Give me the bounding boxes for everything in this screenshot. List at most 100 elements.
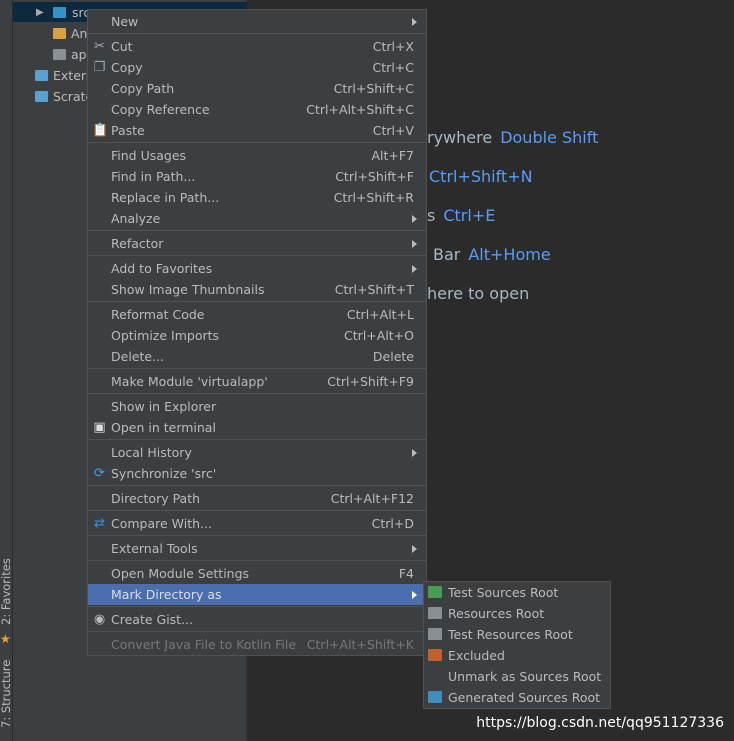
menu-separator xyxy=(88,230,426,231)
submenu-item-label: Test Resources Root xyxy=(448,627,573,642)
folder-icon xyxy=(428,607,442,619)
menu-item-label: Cut xyxy=(111,39,133,54)
menu-item-refactor[interactable]: Refactor xyxy=(88,233,426,254)
menu-item-label: Show in Explorer xyxy=(111,399,217,414)
menu-separator xyxy=(88,631,426,632)
submenu-item-test-resources-root[interactable]: Test Resources Root xyxy=(424,624,610,645)
menu-item-find-usages[interactable]: Find Usages Alt+F7 xyxy=(88,145,426,166)
folder-icon xyxy=(428,586,442,598)
tab-structure[interactable]: 7: Structure xyxy=(0,660,13,728)
editor-hint: Bar Alt+Home xyxy=(433,245,551,264)
menu-item-label: External Tools xyxy=(111,541,198,556)
tree-item-label[interactable]: An xyxy=(71,23,87,44)
menu-item-create-gist[interactable]: ◉ Create Gist... xyxy=(88,609,426,630)
paste-icon: 📋 xyxy=(92,123,109,138)
menu-item-label: Copy Path xyxy=(111,81,175,96)
submenu-item-label: Excluded xyxy=(448,648,505,663)
menu-item-reformat-code[interactable]: Reformat Code Ctrl+Alt+L xyxy=(88,304,426,325)
submenu-item-test-sources-root[interactable]: Test Sources Root xyxy=(424,582,610,603)
menu-item-shortcut: Ctrl+Shift+T xyxy=(334,282,414,297)
tab-favorites[interactable]: 2: Favorites xyxy=(0,558,13,625)
submenu-item-label: Generated Sources Root xyxy=(448,690,601,705)
menu-item-label: Directory Path xyxy=(111,491,201,506)
menu-separator xyxy=(88,142,426,143)
mark-directory-submenu: Test Sources Root Resources Root Test Reso… xyxy=(423,581,611,709)
menu-item-delete[interactable]: Delete... Delete xyxy=(88,346,426,367)
menu-item-mark-directory-as[interactable]: Mark Directory as xyxy=(88,584,426,605)
submenu-arrow-icon xyxy=(412,265,417,273)
menu-item-open-module-settings[interactable]: Open Module Settings F4 xyxy=(88,563,426,584)
menu-separator xyxy=(88,535,426,536)
menu-item-label: Mark Directory as xyxy=(111,587,222,602)
menu-item-label: New xyxy=(111,14,139,29)
menu-item-shortcut: Alt+F7 xyxy=(371,148,414,163)
menu-item-copy-reference[interactable]: Copy Reference Ctrl+Alt+Shift+C xyxy=(88,99,426,120)
menu-separator xyxy=(88,485,426,486)
submenu-arrow-icon xyxy=(412,18,417,26)
submenu-item-label: Test Sources Root xyxy=(448,585,559,600)
menu-separator xyxy=(88,393,426,394)
menu-item-show-in-explorer[interactable]: Show in Explorer xyxy=(88,396,426,417)
submenu-item-label: Unmark as Sources Root xyxy=(448,669,602,684)
left-tool-strip: 2: Favorites ★ 7: Structure xyxy=(0,0,13,741)
menu-item-replace-in-path[interactable]: Replace in Path... Ctrl+Shift+R xyxy=(88,187,426,208)
menu-item-new[interactable]: New xyxy=(88,11,426,32)
menu-separator xyxy=(88,33,426,34)
menu-item-copy[interactable]: ❐ Copy Ctrl+C xyxy=(88,57,426,78)
menu-item-label: Replace in Path... xyxy=(111,190,220,205)
menu-item-local-history[interactable]: Local History xyxy=(88,442,426,463)
menu-item-label: Create Gist... xyxy=(111,612,194,627)
menu-item-label: Reformat Code xyxy=(111,307,205,322)
hint-text: Bar xyxy=(433,245,461,264)
menu-item-optimize-imports[interactable]: Optimize Imports Ctrl+Alt+O xyxy=(88,325,426,346)
github-icon: ◉ xyxy=(93,612,106,627)
menu-item-open-in-terminal[interactable]: ▣ Open in terminal xyxy=(88,417,426,438)
sync-icon: ⟳ xyxy=(94,466,105,481)
menu-item-analyze[interactable]: Analyze xyxy=(88,208,426,229)
folder-icon xyxy=(428,628,442,640)
hint-text: s xyxy=(427,206,436,225)
submenu-item-unmark-as-sources-root[interactable]: Unmark as Sources Root xyxy=(424,666,610,687)
menu-separator xyxy=(88,368,426,369)
menu-item-label: Synchronize 'src' xyxy=(111,466,217,481)
menu-item-shortcut: Ctrl+Alt+Shift+K xyxy=(306,637,414,652)
menu-item-paste[interactable]: 📋 Paste Ctrl+V xyxy=(88,120,426,141)
menu-item-label: Open in terminal xyxy=(111,420,216,435)
submenu-item-label: Resources Root xyxy=(448,606,545,621)
menu-separator xyxy=(88,510,426,511)
menu-item-shortcut: Ctrl+C xyxy=(372,60,414,75)
expand-arrow-icon[interactable]: ▶ xyxy=(36,2,44,23)
menu-item-shortcut: Ctrl+Shift+R xyxy=(333,190,414,205)
menu-item-find-in-path[interactable]: Find in Path... Ctrl+Shift+F xyxy=(88,166,426,187)
menu-item-external-tools[interactable]: External Tools xyxy=(88,538,426,559)
star-icon: ★ xyxy=(0,632,11,646)
menu-item-label: Copy xyxy=(111,60,143,75)
menu-item-shortcut: Ctrl+Shift+C xyxy=(333,81,414,96)
menu-item-compare-with[interactable]: ⇄ Compare With... Ctrl+D xyxy=(88,513,426,534)
menu-separator xyxy=(88,439,426,440)
submenu-item-resources-root[interactable]: Resources Root xyxy=(424,603,610,624)
menu-item-label: Local History xyxy=(111,445,192,460)
menu-item-copy-path[interactable]: Copy Path Ctrl+Shift+C xyxy=(88,78,426,99)
menu-item-synchronize-src[interactable]: ⟳ Synchronize 'src' xyxy=(88,463,426,484)
menu-item-convert-java-file-to-kotlin-file[interactable]: Convert Java File to Kotlin File Ctrl+Alt… xyxy=(88,634,426,655)
menu-item-label: Copy Reference xyxy=(111,102,210,117)
menu-item-add-to-favorites[interactable]: Add to Favorites xyxy=(88,258,426,279)
table-file-icon xyxy=(53,49,66,60)
menu-item-make-module-virtualapp[interactable]: Make Module 'virtualapp' Ctrl+Shift+F9 xyxy=(88,371,426,392)
submenu-item-generated-sources-root[interactable]: Generated Sources Root xyxy=(424,687,610,708)
menu-item-label: Show Image Thumbnails xyxy=(111,282,265,297)
watermark: https://blog.csdn.net/qq951127336 xyxy=(476,715,724,731)
menu-item-directory-path[interactable]: Directory Path Ctrl+Alt+F12 xyxy=(88,488,426,509)
menu-item-cut[interactable]: ✂ Cut Ctrl+X xyxy=(88,36,426,57)
menu-item-shortcut: Ctrl+Alt+F12 xyxy=(330,491,414,506)
menu-item-show-image-thumbnails[interactable]: Show Image Thumbnails Ctrl+Shift+T xyxy=(88,279,426,300)
submenu-arrow-icon xyxy=(412,449,417,457)
menu-item-label: Compare With... xyxy=(111,516,212,531)
editor-hint: rywhere Double Shift xyxy=(427,128,598,147)
menu-item-label: Convert Java File to Kotlin File xyxy=(111,637,297,652)
terminal-icon: ▣ xyxy=(93,420,106,435)
tree-item-label[interactable]: ap xyxy=(71,44,87,65)
menu-separator xyxy=(88,255,426,256)
submenu-item-excluded[interactable]: Excluded xyxy=(424,645,610,666)
